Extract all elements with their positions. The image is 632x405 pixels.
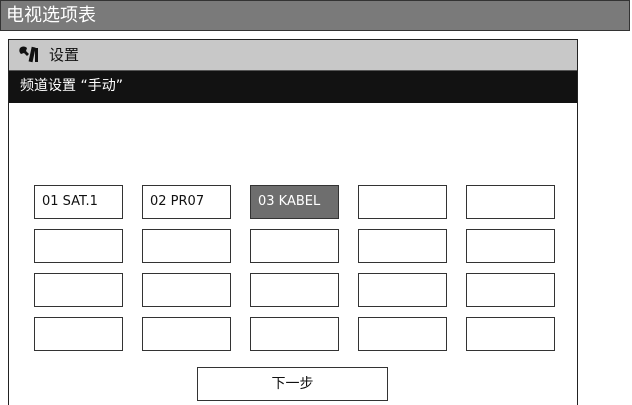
channel-slot[interactable] bbox=[466, 229, 555, 263]
channel-slot[interactable] bbox=[34, 317, 123, 351]
channel-slot[interactable] bbox=[358, 317, 447, 351]
settings-panel: 设置 频道设置 “手动” 01 SAT.1 02 PR07 03 KABEL 下一步 bbox=[8, 39, 578, 405]
channel-slot[interactable]: 01 SAT.1 bbox=[34, 185, 123, 219]
channel-slot[interactable] bbox=[142, 317, 231, 351]
channel-slot[interactable] bbox=[142, 229, 231, 263]
channel-slot[interactable] bbox=[466, 185, 555, 219]
channel-slot[interactable]: 03 KABEL bbox=[250, 185, 339, 219]
channel-slot[interactable]: 02 PR07 bbox=[142, 185, 231, 219]
channel-slot[interactable] bbox=[466, 317, 555, 351]
channel-slot[interactable] bbox=[142, 273, 231, 307]
channel-slot[interactable] bbox=[250, 229, 339, 263]
channel-slot[interactable] bbox=[358, 229, 447, 263]
wrench-screwdriver-icon bbox=[18, 45, 40, 65]
channel-slot[interactable] bbox=[358, 273, 447, 307]
channel-settings-label: 频道设置 “手动” bbox=[20, 78, 123, 94]
channel-slot[interactable] bbox=[250, 317, 339, 351]
channel-slot[interactable] bbox=[34, 273, 123, 307]
window-title-bar: 电视选项表 bbox=[0, 0, 630, 31]
channel-slot[interactable] bbox=[466, 273, 555, 307]
settings-header: 设置 bbox=[9, 40, 577, 71]
channel-slot[interactable] bbox=[358, 185, 447, 219]
settings-header-label: 设置 bbox=[49, 46, 80, 64]
window-title: 电视选项表 bbox=[6, 5, 96, 26]
channel-grid: 01 SAT.1 02 PR07 03 KABEL bbox=[34, 185, 555, 351]
next-step-button[interactable]: 下一步 bbox=[197, 367, 388, 401]
channel-settings-bar: 频道设置 “手动” bbox=[9, 71, 577, 103]
channel-slot[interactable] bbox=[34, 229, 123, 263]
channel-slot[interactable] bbox=[250, 273, 339, 307]
